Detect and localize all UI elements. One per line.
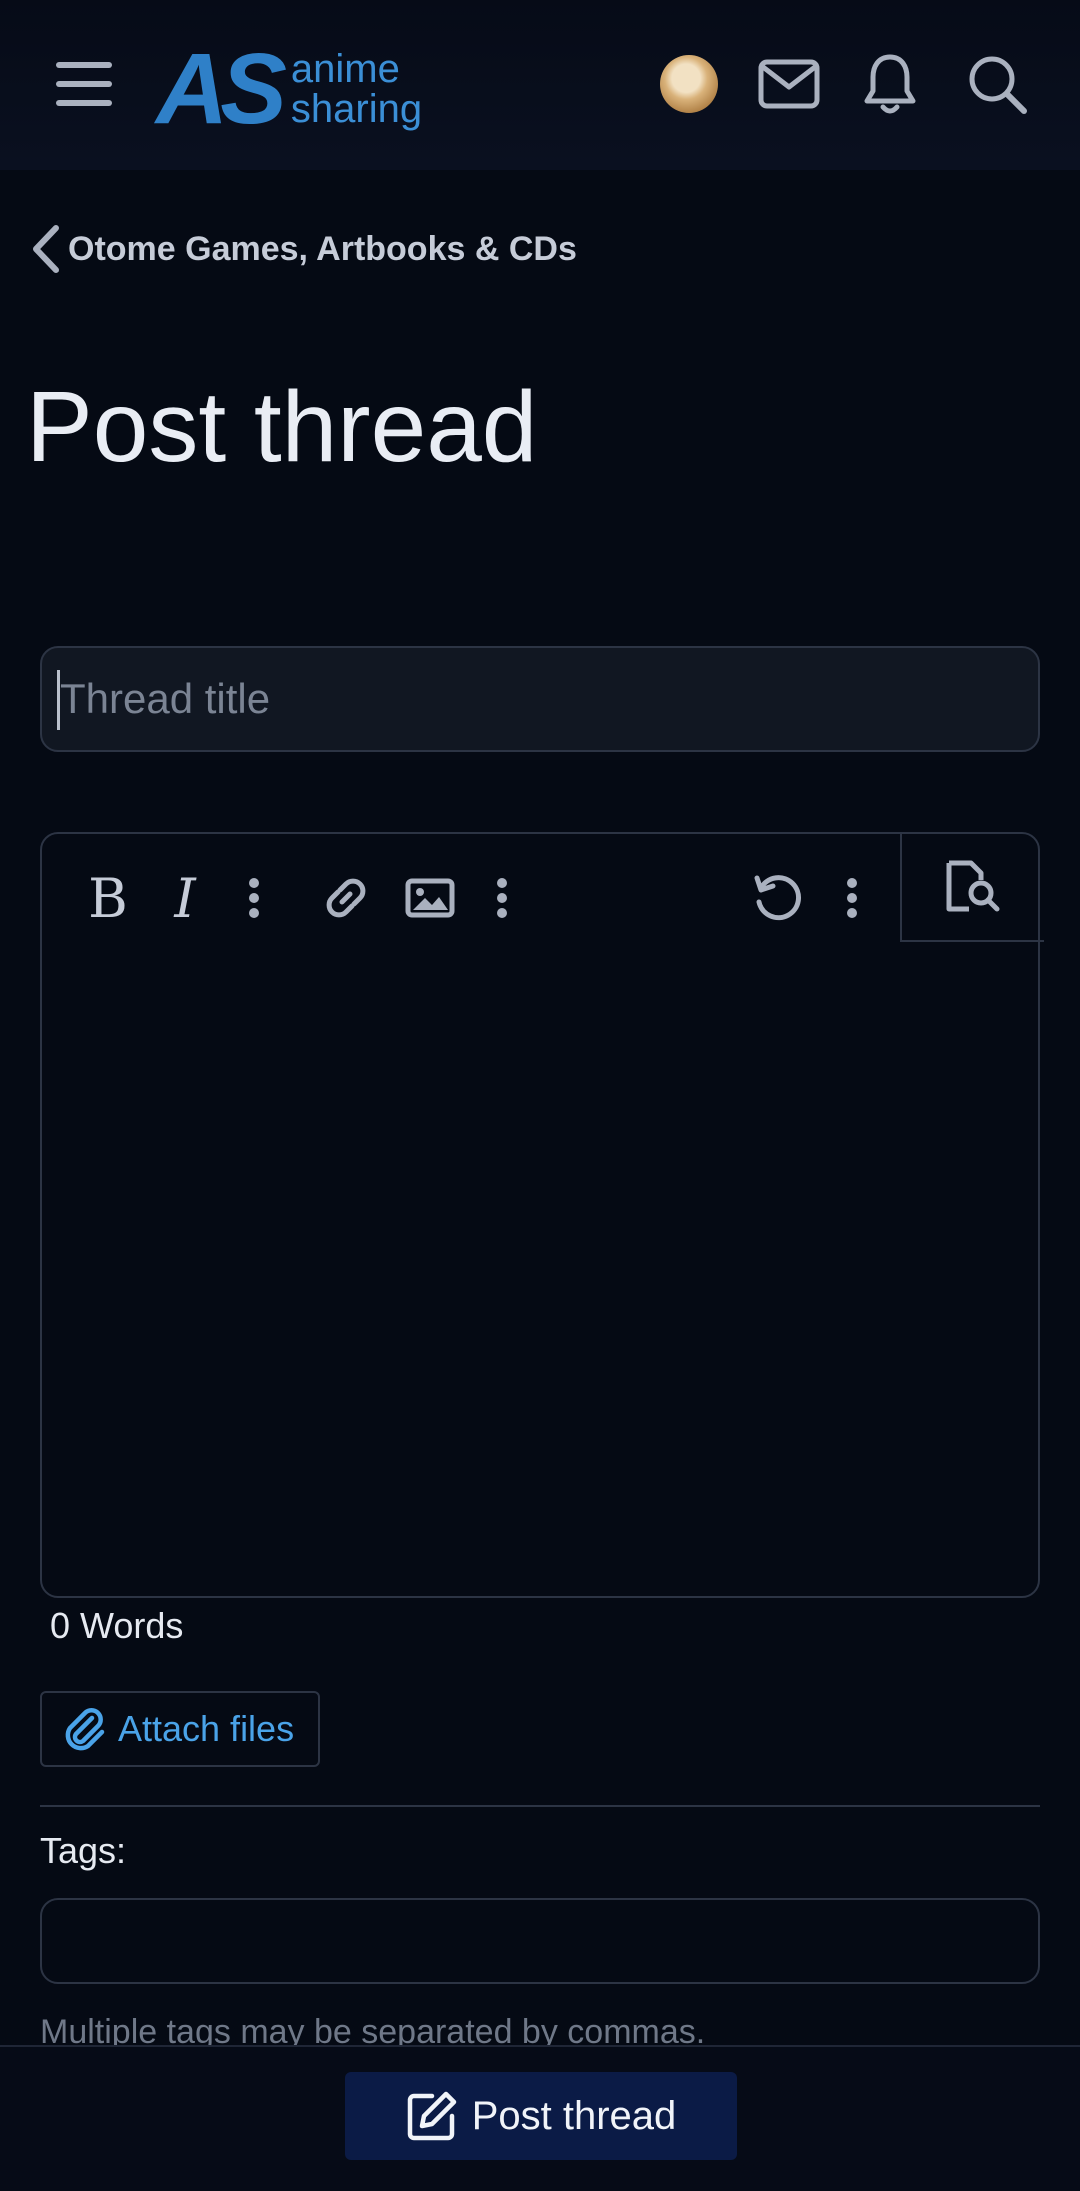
message-editor[interactable]: B I xyxy=(40,832,1044,1598)
site-logo[interactable]: AS anime sharing xyxy=(156,33,422,145)
link-icon[interactable] xyxy=(318,868,374,928)
logo-line-2: sharing xyxy=(290,87,423,131)
mail-icon[interactable] xyxy=(758,56,820,112)
more-insert-options-icon[interactable] xyxy=(490,868,514,928)
more-options-icon[interactable] xyxy=(840,868,864,928)
breadcrumb-label: Otome Games, Artbooks & CDs xyxy=(68,229,577,268)
undo-icon[interactable] xyxy=(748,868,806,928)
tags-label: Tags: xyxy=(40,1830,127,1871)
search-icon[interactable] xyxy=(966,52,1028,116)
avatar[interactable] xyxy=(660,55,718,113)
text-cursor xyxy=(57,670,60,730)
image-icon[interactable] xyxy=(402,870,458,926)
logo-wordmark: anime sharing xyxy=(291,49,422,129)
thread-title-input[interactable] xyxy=(40,646,1040,752)
attach-files-button[interactable]: Attach files xyxy=(40,1691,320,1767)
italic-icon[interactable]: I xyxy=(160,867,210,930)
menu-icon[interactable] xyxy=(56,58,112,110)
post-thread-button[interactable]: Post thread xyxy=(345,2072,737,2160)
logo-mark: AS xyxy=(156,33,287,145)
bold-icon[interactable]: B xyxy=(80,867,136,930)
paperclip-icon xyxy=(65,1708,105,1751)
word-count: 0 Words xyxy=(50,1605,184,1646)
edit-icon xyxy=(407,2091,456,2141)
breadcrumb[interactable]: Otome Games, Artbooks & CDs xyxy=(30,224,577,274)
bell-icon[interactable] xyxy=(862,52,918,116)
page-title: Post thread xyxy=(26,371,538,483)
more-text-options-icon[interactable] xyxy=(242,868,266,928)
divider xyxy=(40,1805,1040,1807)
post-thread-label: Post thread xyxy=(471,2093,677,2138)
chevron-left-icon xyxy=(33,225,59,273)
attach-files-label: Attach files xyxy=(118,1708,295,1749)
preview-icon[interactable] xyxy=(900,832,1044,942)
logo-line-1: anime xyxy=(290,47,400,91)
tags-input[interactable] xyxy=(40,1898,1040,1984)
